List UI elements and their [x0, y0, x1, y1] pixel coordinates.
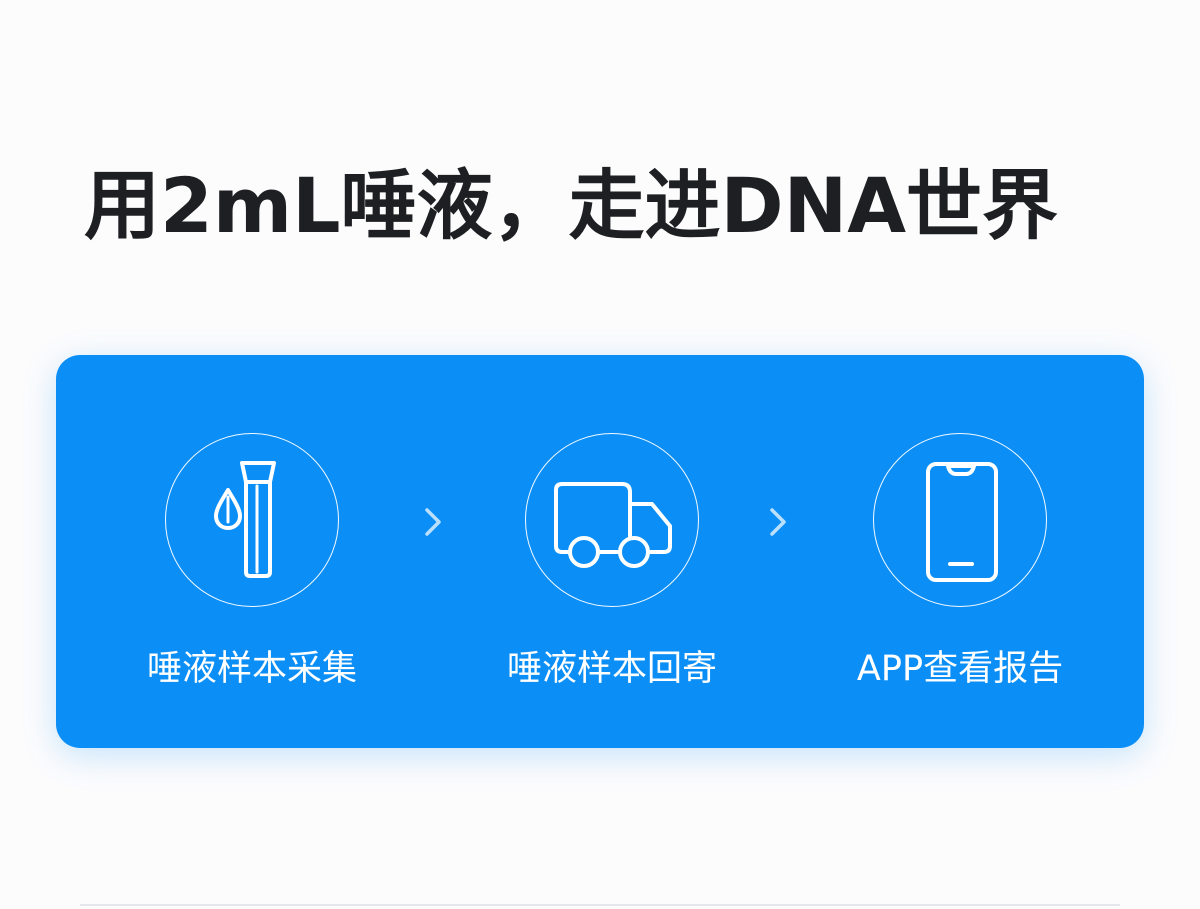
bottom-divider	[80, 904, 1120, 906]
chevron-right-icon	[421, 504, 445, 540]
step-app-report: APP查看报告	[818, 433, 1078, 703]
chevron-right-icon	[766, 504, 790, 540]
saliva-tube-icon	[165, 433, 339, 607]
step-label-saliva-collection: 唾液样本采集	[146, 649, 357, 689]
process-card: 唾液样本采集 唾液样本回寄 APP查看报告	[56, 355, 1144, 748]
step-label-app-report: APP查看报告	[856, 649, 1064, 689]
smartphone-icon	[873, 433, 1047, 607]
step-label-saliva-return: 唾液样本回寄	[506, 649, 717, 689]
delivery-truck-icon	[525, 433, 699, 607]
step-saliva-return: 唾液样本回寄	[470, 433, 730, 703]
page-headline: 用2mL唾液，走进DNA世界	[84, 161, 1059, 250]
step-saliva-collection: 唾液样本采集	[110, 433, 370, 703]
